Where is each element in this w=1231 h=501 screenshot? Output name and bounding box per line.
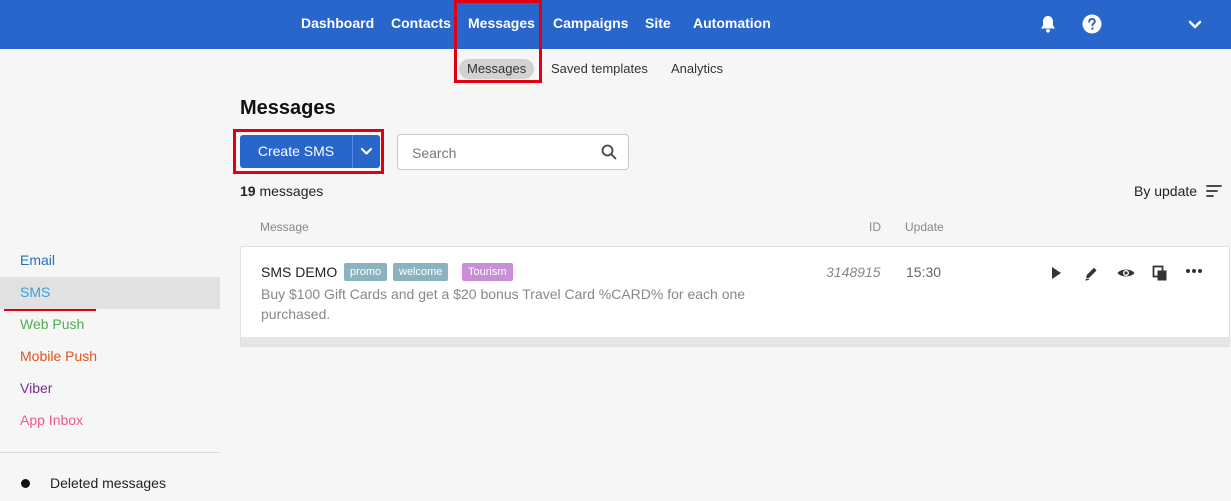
- nav-site[interactable]: Site: [645, 0, 671, 49]
- sidebar-item-email[interactable]: Email: [20, 252, 55, 268]
- more-icon[interactable]: [1184, 263, 1204, 283]
- search-input[interactable]: [399, 136, 604, 170]
- bullet-icon: [21, 479, 30, 488]
- page-title: Messages: [240, 97, 336, 119]
- play-icon[interactable]: [1046, 263, 1066, 283]
- sort-label: By update: [1134, 183, 1198, 199]
- nav-campaigns[interactable]: Campaigns: [553, 0, 628, 49]
- column-header-update: Update: [905, 220, 944, 234]
- nav-contacts[interactable]: Contacts: [391, 0, 451, 49]
- message-count-number: 19: [240, 183, 256, 199]
- message-count-suffix: messages: [259, 183, 324, 199]
- column-header-id: ID: [869, 220, 881, 234]
- message-count: 19 messages: [240, 183, 323, 199]
- preview-icon[interactable]: [1116, 263, 1136, 283]
- highlight-messages-nav: [454, 0, 542, 83]
- nav-automation[interactable]: Automation: [693, 0, 771, 49]
- tag-tourism[interactable]: Tourism: [462, 263, 513, 281]
- copy-icon[interactable]: [1150, 263, 1170, 283]
- search-box: [397, 134, 629, 170]
- create-sms-button[interactable]: Create SMS: [240, 135, 352, 168]
- subnav-analytics[interactable]: Analytics: [671, 59, 723, 79]
- bell-icon[interactable]: [1037, 13, 1059, 35]
- sidebar-divider: [0, 452, 220, 453]
- tag-welcome[interactable]: welcome: [393, 263, 449, 281]
- sidebar-item-app-inbox[interactable]: App Inbox: [20, 412, 83, 428]
- subnav-saved-templates[interactable]: Saved templates: [551, 59, 648, 79]
- sort-icon: [1206, 185, 1222, 197]
- message-name[interactable]: SMS DEMO: [261, 264, 337, 280]
- create-options-dropdown[interactable]: [352, 135, 380, 168]
- chevron-down-icon: [360, 147, 373, 155]
- sidebar-item-viber[interactable]: Viber: [20, 380, 52, 396]
- sort-control[interactable]: By update: [1134, 183, 1222, 199]
- sidebar-item-sms[interactable]: SMS: [20, 284, 50, 300]
- message-update-time: 15:30: [906, 264, 942, 280]
- chevron-down-icon[interactable]: [1184, 13, 1206, 35]
- message-id: 3148915: [826, 264, 881, 280]
- tag-promo[interactable]: promo: [344, 263, 388, 281]
- nav-dashboard[interactable]: Dashboard: [301, 0, 374, 49]
- deleted-messages-link[interactable]: Deleted messages: [50, 475, 166, 491]
- help-icon[interactable]: [1081, 13, 1103, 35]
- message-row-footer: [241, 337, 1229, 346]
- column-header-message: Message: [260, 220, 309, 234]
- search-icon[interactable]: [600, 143, 618, 161]
- edit-icon[interactable]: [1081, 263, 1101, 283]
- sidebar-item-web-push[interactable]: Web Push: [20, 316, 84, 332]
- message-row[interactable]: SMS DEMO promo welcome Tourism Buy $100 …: [240, 246, 1230, 347]
- message-body: Buy $100 Gift Cards and get a $20 bonus …: [261, 286, 746, 322]
- sidebar-item-mobile-push[interactable]: Mobile Push: [20, 348, 97, 364]
